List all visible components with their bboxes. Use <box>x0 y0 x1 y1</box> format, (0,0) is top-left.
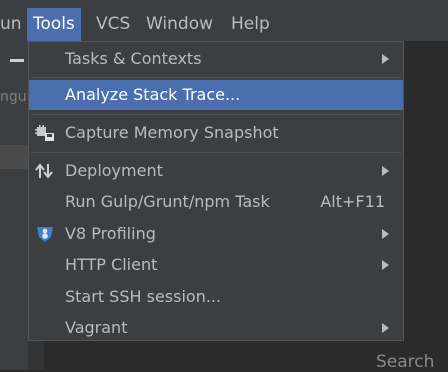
submenu-arrow-icon <box>382 166 389 176</box>
menu-window[interactable]: Window <box>140 8 219 41</box>
menu-item-label: Tasks & Contexts <box>65 49 202 68</box>
submenu-arrow-icon <box>382 323 389 333</box>
menu-item-label: V8 Profiling <box>65 224 156 243</box>
menu-separator <box>31 114 401 115</box>
menu-item-start-ssh-session[interactable]: Start SSH session... <box>29 282 403 312</box>
menu-item-label: HTTP Client <box>65 255 158 274</box>
menu-item-shortcut: Alt+F11 <box>320 192 385 211</box>
menu-item-vagrant[interactable]: Vagrant <box>29 313 403 343</box>
memory-snapshot-icon <box>35 124 55 142</box>
submenu-arrow-icon <box>382 54 389 64</box>
submenu-arrow-icon <box>382 260 389 270</box>
menu-item-analyze-stack-trace[interactable]: Analyze Stack Trace... <box>29 80 403 110</box>
menu-item-label: Deployment <box>65 161 163 180</box>
menu-run[interactable]: un <box>0 8 28 41</box>
menu-item-deployment[interactable]: Deployment <box>29 156 403 186</box>
menu-item-label: Run Gulp/Grunt/npm Task <box>65 192 270 211</box>
v8-profiling-icon <box>35 225 55 243</box>
deployment-arrows-icon <box>35 162 55 180</box>
menu-item-tasks-contexts[interactable]: Tasks & Contexts <box>29 44 403 74</box>
menu-separator <box>31 152 401 153</box>
menu-item-run-gulp-task[interactable]: Run Gulp/Grunt/npm Task Alt+F11 <box>29 187 403 217</box>
menu-item-capture-memory-snapshot[interactable]: Capture Memory Snapshot <box>29 118 403 148</box>
collapse-icon[interactable] <box>10 59 24 62</box>
menu-item-http-client[interactable]: HTTP Client <box>29 250 403 280</box>
menu-bar: un Tools VCS Window Help <box>0 0 448 41</box>
menu-item-v8-profiling[interactable]: V8 Profiling <box>29 219 403 249</box>
project-tree-selected-row[interactable] <box>0 145 28 169</box>
submenu-arrow-icon <box>382 229 389 239</box>
project-panel: ngul <box>0 41 31 370</box>
menu-vcs[interactable]: VCS <box>90 8 136 41</box>
menu-item-label: Capture Memory Snapshot <box>65 123 279 142</box>
menu-item-label: Vagrant <box>65 318 128 337</box>
tools-menu-dropdown: Tasks & Contexts Analyze Stack Trace... … <box>28 41 404 341</box>
menu-item-label: Start SSH session... <box>65 287 222 306</box>
menu-separator <box>31 77 401 78</box>
search-everywhere-hint: Search <box>376 352 435 372</box>
project-panel-header <box>0 41 28 83</box>
menu-help[interactable]: Help <box>225 8 276 41</box>
title-bar-strip <box>0 0 448 7</box>
menu-item-label: Analyze Stack Trace... <box>65 85 241 104</box>
project-tree-fragment: ngul <box>0 89 31 105</box>
menu-tools[interactable]: Tools <box>27 8 81 41</box>
